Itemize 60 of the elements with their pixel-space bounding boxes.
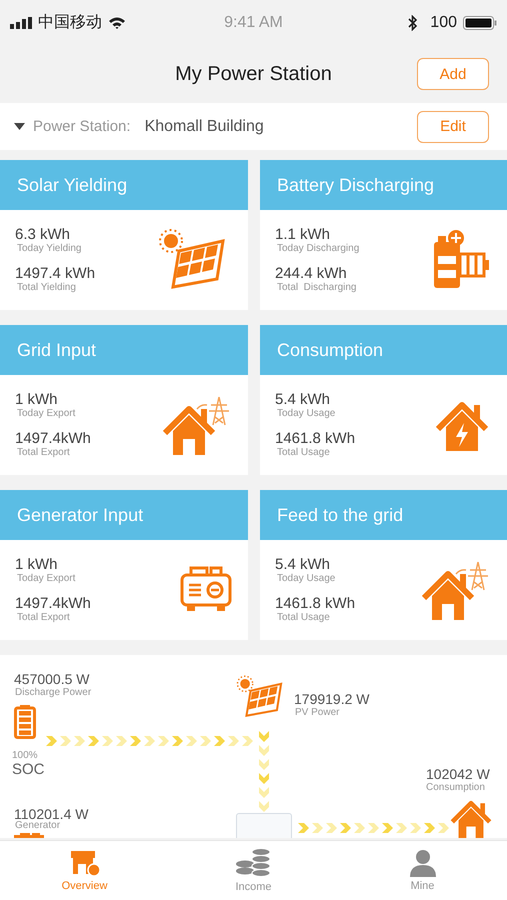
stat-label: Total Export [17, 447, 71, 459]
generator-power-value: 110201.4 W [14, 806, 88, 822]
stat-value: 1461.8 kWh [275, 595, 356, 612]
stat-value: 6.3 kWh [15, 226, 72, 243]
stat-value: 1497.4 kWh [15, 265, 96, 282]
card-title: Feed to the grid [260, 490, 507, 540]
shop-icon [68, 849, 100, 877]
stat-label: Today Usage [277, 573, 336, 585]
stat-value: 1.1 kWh [275, 226, 332, 243]
nav-tab[interactable]: Mine [372, 841, 472, 900]
stat-label: Today Yielding [17, 243, 82, 255]
status-time: 9:41 AM [223, 14, 284, 32]
stat-label: Total Usage [277, 612, 331, 624]
station-label: Power Station: [33, 118, 131, 135]
consumption-power-value: 102042 W [426, 766, 490, 782]
stat-label: Today Usage [277, 408, 336, 420]
coins-icon [234, 848, 272, 878]
battery-icon [463, 16, 497, 30]
stat-value: 244.4 kWh [275, 265, 348, 282]
bluetooth-icon [408, 14, 418, 30]
stat-value: 5.4 kWh [275, 556, 332, 573]
edit-button[interactable]: Edit [417, 110, 489, 142]
stat-value: 1497.4kWh [15, 430, 91, 447]
dropdown-caret-icon[interactable] [14, 123, 25, 130]
card-title: Generator Input [0, 490, 248, 540]
card-title: Battery Discharging [260, 160, 507, 210]
card-title: Grid Input [0, 325, 248, 375]
stat-label: Today Export [17, 408, 76, 420]
discharge-power-label: Discharge Power [15, 687, 92, 698]
stat-value: 5.4 kWh [275, 391, 332, 408]
discharge-power-value: 457000.5 W [14, 671, 90, 687]
stat-label: Total Export [17, 612, 71, 624]
consumption-power-label: Consumption [426, 782, 485, 793]
soc-label: SOC [12, 761, 45, 778]
carrier-name: 中国移动 [38, 12, 102, 33]
battery-percent: 100 [430, 14, 457, 32]
pv-power-label: PV Power [295, 707, 340, 718]
add-button[interactable]: Add [417, 58, 489, 90]
stat-label: Total Usage [277, 447, 331, 459]
station-name[interactable]: Khomall Building [144, 118, 264, 136]
stat-value: 1 kWh [15, 556, 59, 573]
wifi-icon [108, 16, 126, 29]
stat-label: Total Discharging [277, 282, 358, 294]
stat-label: Total Yielding [17, 282, 77, 294]
signal-icon [10, 16, 32, 28]
nav-tab[interactable]: Income [204, 841, 304, 900]
card-title: Consumption [260, 325, 507, 375]
soc-value: 100% [12, 750, 38, 761]
generator-power-label: Generator [15, 820, 60, 831]
stat-value: 1497.4kWh [15, 595, 91, 612]
stat-label: Today Discharging [277, 243, 360, 255]
stat-label: Today Export [17, 573, 76, 585]
battery-icon [14, 705, 36, 739]
pv-power-value: 179919.2 W [294, 691, 370, 707]
user-icon [408, 849, 436, 877]
stat-value: 1461.8 kWh [275, 430, 356, 447]
nav-tab[interactable]: Overview [34, 841, 134, 900]
card-title: Solar Yielding [0, 160, 248, 210]
page-title: My Power Station [175, 62, 332, 86]
stat-value: 1 kWh [15, 391, 59, 408]
